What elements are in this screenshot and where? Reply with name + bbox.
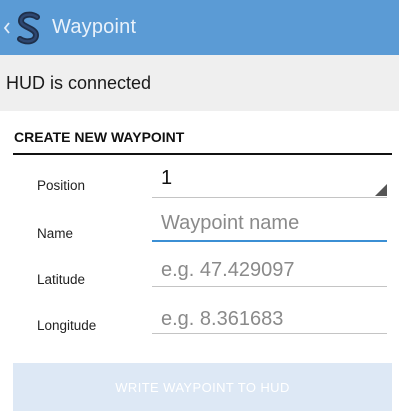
chevron-left-icon[interactable] — [1, 0, 13, 55]
position-spinner-value[interactable]: 1 — [161, 167, 172, 190]
longitude-input-underline — [152, 333, 387, 334]
app-title: Waypoint — [52, 16, 137, 38]
longitude-input[interactable] — [152, 302, 387, 336]
position-label: Position — [37, 178, 86, 193]
write-waypoint-button[interactable]: WRITE WAYPOINT TO HUD — [13, 363, 392, 411]
longitude-label: Longitude — [37, 318, 97, 333]
name-label: Name — [37, 226, 74, 241]
dropdown-arrow-icon[interactable] — [375, 184, 387, 196]
section-divider — [13, 153, 392, 155]
waypoint-name-input[interactable] — [152, 206, 387, 240]
connection-status-text: HUD is connected — [6, 72, 152, 93]
app-bar: Waypoint — [0, 0, 399, 55]
latitude-input-underline — [152, 286, 387, 287]
scubapro-s-logo-icon — [15, 8, 43, 48]
connection-status-bar: HUD is connected — [0, 55, 399, 111]
latitude-input[interactable] — [152, 253, 387, 287]
latitude-label: Latitude — [37, 272, 86, 287]
section-title: CREATE NEW WAYPOINT — [14, 129, 185, 145]
name-input-underline — [152, 240, 387, 242]
position-spinner-underline — [152, 197, 387, 198]
